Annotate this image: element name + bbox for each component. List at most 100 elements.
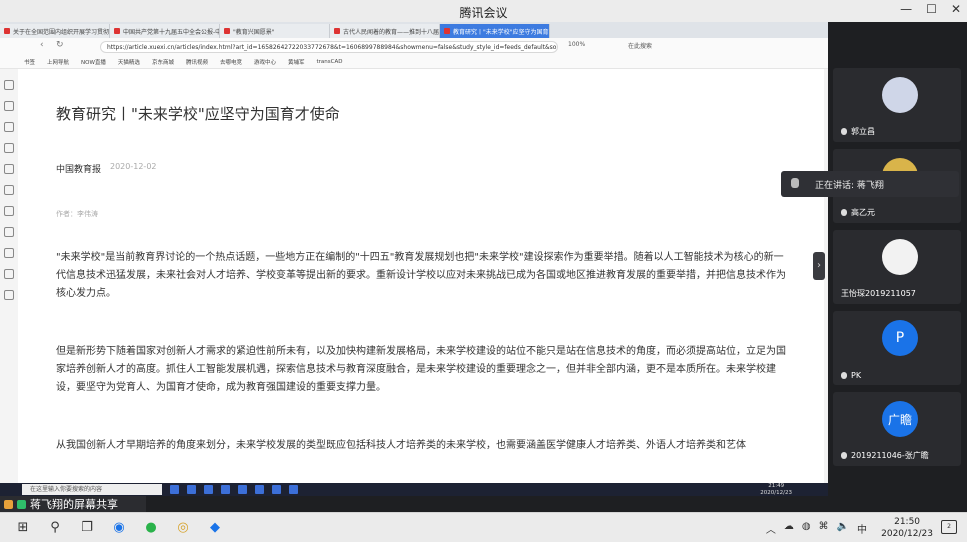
sidebar-book-icon[interactable] bbox=[4, 122, 14, 132]
sidebar-chat-icon[interactable] bbox=[4, 248, 14, 258]
sidebar-cart-icon[interactable] bbox=[4, 290, 14, 300]
article-paragraph: 但是新形势下随着国家对创新人才需求的紧迫性前所未有，以及加快构建新发展格局，未来… bbox=[56, 346, 786, 393]
taskbar-app-icon[interactable] bbox=[187, 485, 196, 494]
browser-tab[interactable]: 关于在全国范围内组织开展学习贯彻 bbox=[0, 24, 110, 38]
collapse-panel-button[interactable]: › bbox=[813, 252, 825, 280]
tab-favicon-icon bbox=[334, 28, 340, 34]
browser-tab[interactable]: 古代人民闻着的教育——推到十八届 bbox=[330, 24, 440, 38]
browser-tab[interactable]: "教育兴国愿景" bbox=[220, 24, 330, 38]
article-paragraph: "未来学校"是当前教育界讨论的一个热点话题，一些地方正在编制的"十四五"教育发展… bbox=[56, 252, 786, 299]
taskbar-app-icon[interactable] bbox=[238, 485, 247, 494]
app-icon[interactable]: ◎ bbox=[174, 519, 192, 537]
avatar bbox=[882, 77, 918, 113]
windows-taskbar: ⊞ ⚲ ❐ ◉ ● ◎ ◆ ︿ ☁ ◍ ⌘ 🔈 中 21:50 2020/12/… bbox=[0, 512, 967, 542]
wechat-icon[interactable]: ● bbox=[142, 519, 160, 537]
sidebar-home-icon[interactable] bbox=[4, 80, 14, 90]
chevron-up-icon[interactable]: ︿ bbox=[766, 521, 776, 536]
article-author: 作者：李伟涛 bbox=[56, 210, 98, 218]
shared-screen: 关于在全国范围内组织开展学习贯彻 中国共产党第十九届五中全会公报-中 "教育兴国… bbox=[0, 22, 828, 496]
zoom-level: 100% bbox=[568, 41, 586, 48]
bookmark-item[interactable]: 上网导航 bbox=[47, 58, 69, 66]
shared-taskbar-clock: 21:49 2020/12/23 bbox=[760, 483, 792, 496]
bookmark-item[interactable]: 天猫精选 bbox=[118, 58, 140, 66]
sidebar-search-icon[interactable] bbox=[4, 143, 14, 153]
taskbar-app-icon[interactable] bbox=[204, 485, 213, 494]
mic-icon bbox=[841, 209, 847, 216]
browser-sidebar bbox=[0, 69, 19, 496]
share-icon bbox=[4, 499, 13, 509]
browser-search-input[interactable]: 在此搜索 bbox=[628, 41, 708, 53]
mic-icon bbox=[841, 372, 847, 379]
network-icon[interactable]: ⌘ bbox=[819, 521, 829, 536]
task-view-icon[interactable]: ❐ bbox=[78, 519, 96, 537]
browser-tab-bar: 关于在全国范围内组织开展学习贯彻 中国共产党第十九届五中全会公报-中 "教育兴国… bbox=[0, 22, 828, 38]
tab-favicon-icon bbox=[224, 28, 230, 34]
screen-share-banner[interactable]: 蒋飞翔的屏幕共享 bbox=[0, 496, 146, 512]
participant-tile[interactable]: P PK bbox=[833, 311, 961, 385]
avatar bbox=[882, 239, 918, 275]
bookmark-item[interactable]: NOW直播 bbox=[81, 58, 106, 66]
app-icon[interactable]: ◉ bbox=[110, 519, 128, 537]
taskbar-clock[interactable]: 21:50 2020/12/23 bbox=[881, 516, 933, 540]
article-title: 教育研究丨"未来学校"应坚守为国育才使命 bbox=[56, 105, 340, 123]
sidebar-calendar-icon[interactable] bbox=[4, 206, 14, 216]
participant-list: 郭立昌 高乙元 王怡琛2019211057 P PK 广瞻 2019211046… bbox=[828, 22, 967, 496]
mic-icon bbox=[841, 128, 847, 135]
bookmark-item[interactable]: 去哪电竞 bbox=[220, 58, 242, 66]
meeting-title: 腾讯会议 bbox=[459, 6, 508, 20]
volume-icon[interactable]: 🔈 bbox=[837, 521, 849, 536]
qq-icon[interactable]: ◍ bbox=[802, 521, 811, 536]
ime-indicator[interactable]: 中 bbox=[857, 521, 867, 536]
shared-windows-taskbar: 在这里输入你要搜索的内容 21:49 2020/12/23 bbox=[0, 483, 828, 496]
bookmark-item[interactable]: transCAD bbox=[317, 59, 343, 65]
taskbar-app-icon[interactable] bbox=[255, 485, 264, 494]
article-date: 2020-12-02 bbox=[110, 162, 157, 171]
bookmark-item[interactable]: 腾讯视频 bbox=[186, 58, 208, 66]
back-icon[interactable]: ‹ bbox=[40, 40, 44, 50]
sidebar-card-icon[interactable] bbox=[4, 227, 14, 237]
cloud-icon[interactable]: ☁ bbox=[784, 521, 794, 536]
avatar: P bbox=[882, 320, 918, 356]
tab-favicon-icon bbox=[114, 28, 120, 34]
taskbar-app-icon[interactable] bbox=[170, 485, 179, 494]
windows-start-icon[interactable]: ⊞ bbox=[14, 519, 32, 537]
taskbar-app-icon[interactable] bbox=[221, 485, 230, 494]
close-button[interactable]: ✕ bbox=[951, 2, 961, 16]
url-input[interactable]: https://article.xuexi.cn/articles/index.… bbox=[100, 41, 558, 53]
bookmarks-bar: 书签 上网导航 NOW直播 天猫精选 京东商城 腾讯视频 去哪电竞 游戏中心 黄… bbox=[0, 56, 828, 69]
avatar: 广瞻 bbox=[882, 401, 918, 437]
sidebar-bag-icon[interactable] bbox=[4, 164, 14, 174]
shared-taskbar-search[interactable]: 在这里输入你要搜索的内容 bbox=[22, 484, 162, 495]
speaking-indicator: 正在讲话: 蒋飞翔 bbox=[781, 171, 959, 197]
refresh-icon[interactable]: ↻ bbox=[56, 40, 64, 50]
search-icon[interactable]: ⚲ bbox=[46, 519, 64, 537]
tencent-meeting-icon[interactable]: ◆ bbox=[206, 519, 224, 537]
participant-tile[interactable]: 广瞻 2019211046-张广瞻 bbox=[833, 392, 961, 466]
mic-icon bbox=[791, 178, 799, 188]
system-tray: ︿ ☁ ◍ ⌘ 🔈 中 bbox=[766, 521, 867, 536]
browser-tab-active[interactable]: 教育研究丨"未来学校"应坚守为国育 bbox=[440, 24, 550, 38]
sidebar-note-icon[interactable] bbox=[4, 269, 14, 279]
sidebar-doc-icon[interactable] bbox=[4, 185, 14, 195]
participant-tile[interactable]: 郭立昌 bbox=[833, 68, 961, 142]
bookmark-item[interactable]: 书签 bbox=[24, 58, 35, 66]
minimize-button[interactable]: — bbox=[900, 2, 912, 16]
article-page: 教育研究丨"未来学校"应坚守为国育才使命 中国教育报 2020-12-02 作者… bbox=[18, 69, 824, 496]
taskbar-app-icon[interactable] bbox=[289, 485, 298, 494]
browser-address-bar: ‹ ↻ https://article.xuexi.cn/articles/in… bbox=[0, 38, 828, 57]
tab-favicon-icon bbox=[444, 28, 450, 34]
participant-tile[interactable]: 王怡琛2019211057 bbox=[833, 230, 961, 304]
sidebar-star-icon[interactable] bbox=[4, 101, 14, 111]
maximize-button[interactable]: ☐ bbox=[926, 2, 937, 16]
article-paragraph: 从我国创新人才早期培养的角度来划分，未来学校发展的类型既应包括科技人才培养类的未… bbox=[56, 440, 746, 451]
mic-icon bbox=[17, 499, 26, 509]
bookmark-item[interactable]: 黄埔军 bbox=[288, 58, 305, 66]
bookmark-item[interactable]: 游戏中心 bbox=[254, 58, 276, 66]
taskbar-app-icon[interactable] bbox=[272, 485, 281, 494]
notification-icon[interactable]: 2 bbox=[941, 520, 957, 534]
browser-tab[interactable]: 中国共产党第十九届五中全会公报-中 bbox=[110, 24, 220, 38]
tab-favicon-icon bbox=[4, 28, 10, 34]
mic-icon bbox=[841, 452, 847, 459]
meeting-title-bar: 腾讯会议 — ☐ ✕ bbox=[0, 0, 967, 22]
bookmark-item[interactable]: 京东商城 bbox=[152, 58, 174, 66]
